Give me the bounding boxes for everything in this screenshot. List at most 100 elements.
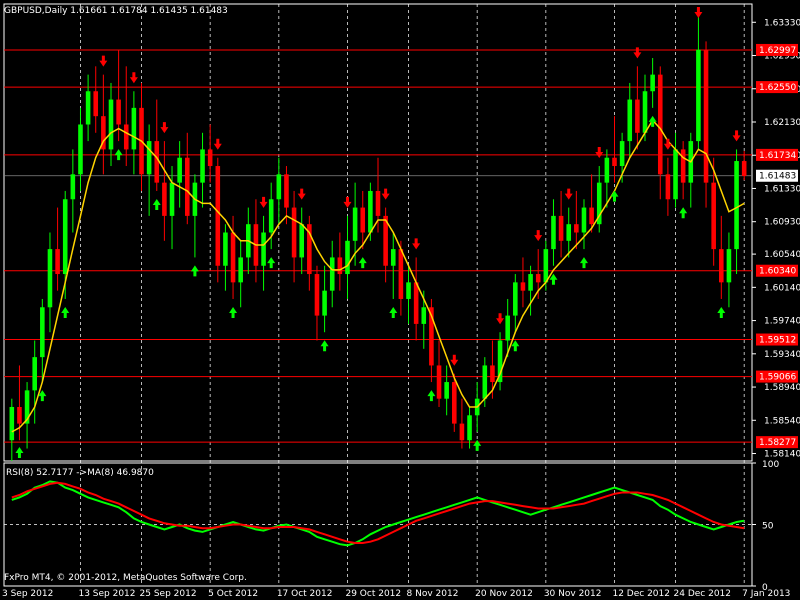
bear-candle xyxy=(635,99,640,133)
bear-candle xyxy=(741,161,747,176)
rsi-axis-label: 50 xyxy=(762,522,774,532)
bear-candle xyxy=(314,274,320,316)
level-price-label: 1.59512 xyxy=(759,336,796,346)
bull-candle xyxy=(177,157,182,183)
bear-candle xyxy=(284,174,289,208)
bull-candle xyxy=(223,232,228,266)
bull-candle xyxy=(329,257,335,291)
date-axis-label: 30 Nov 2012 xyxy=(544,589,602,599)
bull-candle xyxy=(9,406,15,441)
bear-candle xyxy=(291,207,297,258)
bull-candle xyxy=(169,182,175,216)
level-price-label: 1.58277 xyxy=(759,438,796,448)
bear-candle xyxy=(93,91,99,117)
bull-candle xyxy=(505,315,510,341)
bull-candle xyxy=(566,224,572,241)
bull-candle xyxy=(528,274,533,291)
bull-candle xyxy=(47,249,53,308)
bear-candle xyxy=(535,274,541,283)
bull-candle xyxy=(276,174,282,200)
price-axis-label: 1.60540 xyxy=(764,250,800,260)
copyright-footer: FxPro MT4, © 2001-2012, MetaQuotes Softw… xyxy=(4,573,247,583)
bull-candle xyxy=(345,240,350,275)
bear-candle xyxy=(711,182,716,250)
bull-candle xyxy=(581,207,587,233)
bear-candle xyxy=(413,282,419,324)
bull-candle xyxy=(482,365,488,399)
date-axis-label: 12 Dec 2012 xyxy=(612,589,670,599)
rsi-axis-label: 100 xyxy=(762,460,779,470)
bull-candle xyxy=(406,282,411,299)
chart-background xyxy=(0,0,800,600)
bear-candle xyxy=(116,99,121,125)
price-axis-label: 1.60930 xyxy=(764,218,800,228)
bear-candle xyxy=(337,257,343,275)
bull-candle xyxy=(444,382,449,399)
price-axis-label: 1.58140 xyxy=(764,450,800,460)
bull-candle xyxy=(268,199,274,233)
bull-candle xyxy=(78,124,83,175)
level-price-label: 1.59066 xyxy=(759,373,796,383)
bear-candle xyxy=(436,365,442,399)
bear-candle xyxy=(657,74,663,175)
bear-candle xyxy=(703,49,709,183)
bull-candle xyxy=(543,249,549,283)
bull-candle xyxy=(696,49,701,142)
bear-candle xyxy=(490,365,495,383)
bull-candle xyxy=(726,249,732,283)
date-axis-label: 17 Oct 2012 xyxy=(277,589,333,599)
bull-candle xyxy=(108,99,114,150)
bear-candle xyxy=(154,141,160,183)
price-axis-label: 1.58940 xyxy=(764,383,800,393)
price-axis-label: 1.59340 xyxy=(764,350,800,360)
bull-candle xyxy=(734,161,739,250)
bear-candle xyxy=(17,406,22,424)
bull-candle xyxy=(131,107,137,150)
bull-candle xyxy=(604,157,610,183)
bull-candle xyxy=(352,207,358,241)
price-axis-label: 1.63330 xyxy=(764,18,800,28)
bull-candle xyxy=(40,307,45,358)
level-price-label: 1.60340 xyxy=(759,267,796,277)
bear-candle xyxy=(452,382,457,424)
bull-candle xyxy=(619,141,625,167)
bear-candle xyxy=(162,182,167,216)
bear-candle xyxy=(230,232,236,283)
bull-candle xyxy=(70,174,76,200)
trading-chart-window[interactable]: 1.633301.629301.625301.621301.617301.613… xyxy=(0,0,800,600)
bull-candle xyxy=(673,149,678,200)
bull-candle xyxy=(62,199,68,275)
bear-candle xyxy=(520,282,526,291)
bull-candle xyxy=(200,149,205,183)
symbol-header: GBPUSD,Daily 1.61661 1.61784 1.61435 1.6… xyxy=(4,6,228,16)
date-axis-label: 3 Sep 2012 xyxy=(2,589,53,599)
date-axis-label: 24 Dec 2012 xyxy=(674,589,732,599)
date-axis-label: 20 Nov 2012 xyxy=(475,589,533,599)
bull-candle xyxy=(368,190,373,233)
bull-candle xyxy=(146,141,152,175)
bull-candle xyxy=(238,257,243,283)
bear-candle xyxy=(55,249,60,275)
level-price-label: 1.61734 xyxy=(759,151,796,161)
current-price-label: 1.61483 xyxy=(759,172,796,182)
bear-candle xyxy=(719,249,724,283)
bear-candle xyxy=(123,124,129,150)
bear-candle xyxy=(207,149,213,167)
date-axis-label: 5 Oct 2012 xyxy=(208,589,258,599)
bear-candle xyxy=(574,224,579,233)
price-axis-label: 1.60140 xyxy=(764,283,800,293)
level-price-label: 1.62550 xyxy=(759,83,796,93)
date-axis-label: 25 Sep 2012 xyxy=(140,589,197,599)
price-axis-label: 1.61330 xyxy=(764,184,800,194)
level-price-label: 1.62997 xyxy=(759,46,796,56)
bear-candle xyxy=(589,207,594,225)
bull-candle xyxy=(650,74,655,92)
bull-candle xyxy=(513,282,518,316)
date-axis-label: 8 Nov 2012 xyxy=(407,589,459,599)
rsi-title: RSI(8) 52.7177 ->MA(8) 46.9870 xyxy=(6,468,154,478)
bull-candle xyxy=(390,249,396,266)
date-axis-label: 29 Oct 2012 xyxy=(345,589,401,599)
bear-candle xyxy=(665,174,671,200)
bull-candle xyxy=(322,290,327,316)
bear-candle xyxy=(360,207,366,233)
